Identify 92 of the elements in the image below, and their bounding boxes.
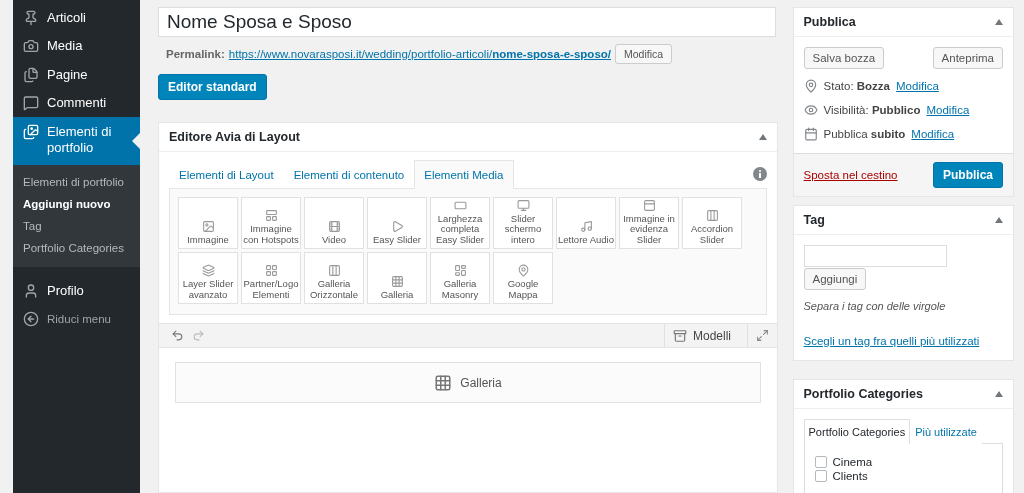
sidebar-item[interactable]: Profilo xyxy=(13,276,140,305)
user-icon xyxy=(23,282,39,299)
collapse-caret-icon[interactable] xyxy=(995,19,1003,25)
box-title: Tag xyxy=(803,213,825,227)
columns-icon xyxy=(705,209,719,223)
element-tile[interactable]: Slider schermo intero xyxy=(493,197,553,249)
collapse-menu-button[interactable]: Riduci menu xyxy=(13,304,140,333)
collapse-caret-icon[interactable] xyxy=(995,217,1003,223)
play-icon xyxy=(390,219,404,233)
archive-box-icon xyxy=(673,328,687,343)
meta-text: Stato: Bozza xyxy=(823,80,890,92)
masonry-icon xyxy=(453,264,467,278)
sidebar-item[interactable]: Commenti xyxy=(13,88,140,117)
permalink-label: Permalink: xyxy=(166,48,225,60)
edit-permalink-button[interactable]: Modifica xyxy=(615,44,673,64)
element-tile[interactable]: Lettore Audio xyxy=(556,197,616,249)
canvas-element[interactable]: Galleria xyxy=(175,362,761,403)
hint-text: Separa i tag con delle virgole xyxy=(803,300,947,312)
sidebar-item[interactable]: Articoli xyxy=(13,4,140,33)
element-tile[interactable]: Immagine con Hotspots xyxy=(241,197,301,249)
element-tile[interactable]: Partner/Logo Elementi xyxy=(241,252,301,304)
element-tile[interactable]: Galleria Masonry xyxy=(430,252,490,304)
panel-icon xyxy=(642,198,656,212)
meta-text: Visibilità: Pubblico xyxy=(823,104,921,116)
film-strip-icon xyxy=(327,219,341,233)
submenu-item[interactable]: Elementi di portfolio xyxy=(13,170,140,193)
sidebar-item[interactable]: Elementi di portfolio xyxy=(13,117,140,165)
title-field[interactable]: Nome Sposa e Sposo xyxy=(158,7,776,37)
undo-icon[interactable] xyxy=(171,329,184,342)
element-tile[interactable]: Video xyxy=(304,197,364,249)
checkbox[interactable] xyxy=(814,470,827,482)
pages-icon xyxy=(23,66,39,83)
camera-icon xyxy=(23,38,39,55)
element-tile[interactable]: Galleria xyxy=(367,252,427,304)
tab[interactable]: Portfolio Categories xyxy=(803,419,911,444)
collapse-caret-icon[interactable] xyxy=(995,391,1003,397)
standard-editor-button[interactable]: Editor standard xyxy=(158,74,267,100)
calendar-icon xyxy=(803,127,818,141)
element-tile[interactable]: Galleria Orizzontale xyxy=(304,252,364,304)
pin-icon xyxy=(803,79,818,93)
tab[interactable]: Elementi Media xyxy=(414,160,514,189)
add-tag-button[interactable]: Aggiungi xyxy=(803,268,867,290)
grid-icon xyxy=(390,274,404,288)
panel-title: Editore Avia di Layout xyxy=(169,130,301,144)
submenu-item[interactable]: Portfolio Categories xyxy=(13,236,140,259)
grid-icon xyxy=(434,373,453,392)
publish-button[interactable]: Pubblica xyxy=(933,162,1003,188)
templates-button[interactable]: Modelli xyxy=(664,324,739,347)
trash-link[interactable]: Sposta nel cestino xyxy=(803,169,898,181)
element-tile[interactable]: Immagine in evidenza Slider xyxy=(619,197,679,249)
meta-text: Pubblica subito xyxy=(823,128,906,140)
sidebar-item[interactable]: Media xyxy=(13,32,140,61)
pin-icon xyxy=(23,10,39,26)
expand-icon xyxy=(756,329,769,342)
sidebar-item[interactable]: Pagine xyxy=(13,60,140,89)
tag-input-field[interactable] xyxy=(803,245,947,267)
popular-tags-link[interactable]: Scegli un tag fra quelli più utilizzati xyxy=(803,335,980,347)
element-tile[interactable]: Immagine xyxy=(178,197,238,249)
submenu-item[interactable]: Tag xyxy=(13,214,140,237)
grid-icon xyxy=(264,264,278,278)
tab[interactable]: Elementi di Layout xyxy=(169,160,284,189)
edit-link[interactable]: Modifica xyxy=(911,128,955,140)
monitor-icon xyxy=(516,198,530,212)
eye-icon xyxy=(803,103,818,117)
element-tile[interactable]: Easy Slider xyxy=(367,197,427,249)
panel-icon xyxy=(264,209,278,223)
edit-link[interactable]: Modifica xyxy=(926,104,970,116)
collapse-caret-icon[interactable] xyxy=(759,134,767,140)
permalink-link[interactable]: https://www.novarasposi.it/wedding/portfolio-articoli/nome-sposa-e-sposo/ xyxy=(228,48,611,60)
edit-link[interactable]: Modifica xyxy=(896,80,939,92)
image-icon xyxy=(201,219,215,233)
collapse-icon xyxy=(23,310,39,327)
element-tile[interactable]: Larghezza completa Easy Slider xyxy=(430,197,490,249)
checkbox[interactable] xyxy=(814,456,827,468)
element-tile[interactable]: Layer Slider avanzato xyxy=(178,252,238,304)
save-draft-button[interactable]: Salva bozza xyxy=(803,47,885,69)
element-tile[interactable]: Accordion Slider xyxy=(682,197,742,249)
preview-button[interactable]: Anteprima xyxy=(932,47,1003,69)
element-tile[interactable]: Google Mappa xyxy=(493,252,553,304)
submenu-item[interactable]: Aggiungi nuovo xyxy=(13,192,140,215)
images-icon xyxy=(23,124,39,140)
layers-icon xyxy=(201,264,215,278)
speech-bubble-icon xyxy=(23,94,39,111)
music-note-icon xyxy=(579,219,593,233)
box-title: Portfolio Categories xyxy=(803,387,923,401)
box-title: Pubblica xyxy=(803,15,856,29)
columns-icon xyxy=(327,264,341,278)
checkbox-label: Cinema xyxy=(832,456,873,468)
checkbox-label: Clients xyxy=(832,470,868,482)
info-icon[interactable] xyxy=(753,167,767,181)
tab[interactable]: Elementi di contenuto xyxy=(283,160,415,189)
map-pin-icon xyxy=(516,264,530,278)
